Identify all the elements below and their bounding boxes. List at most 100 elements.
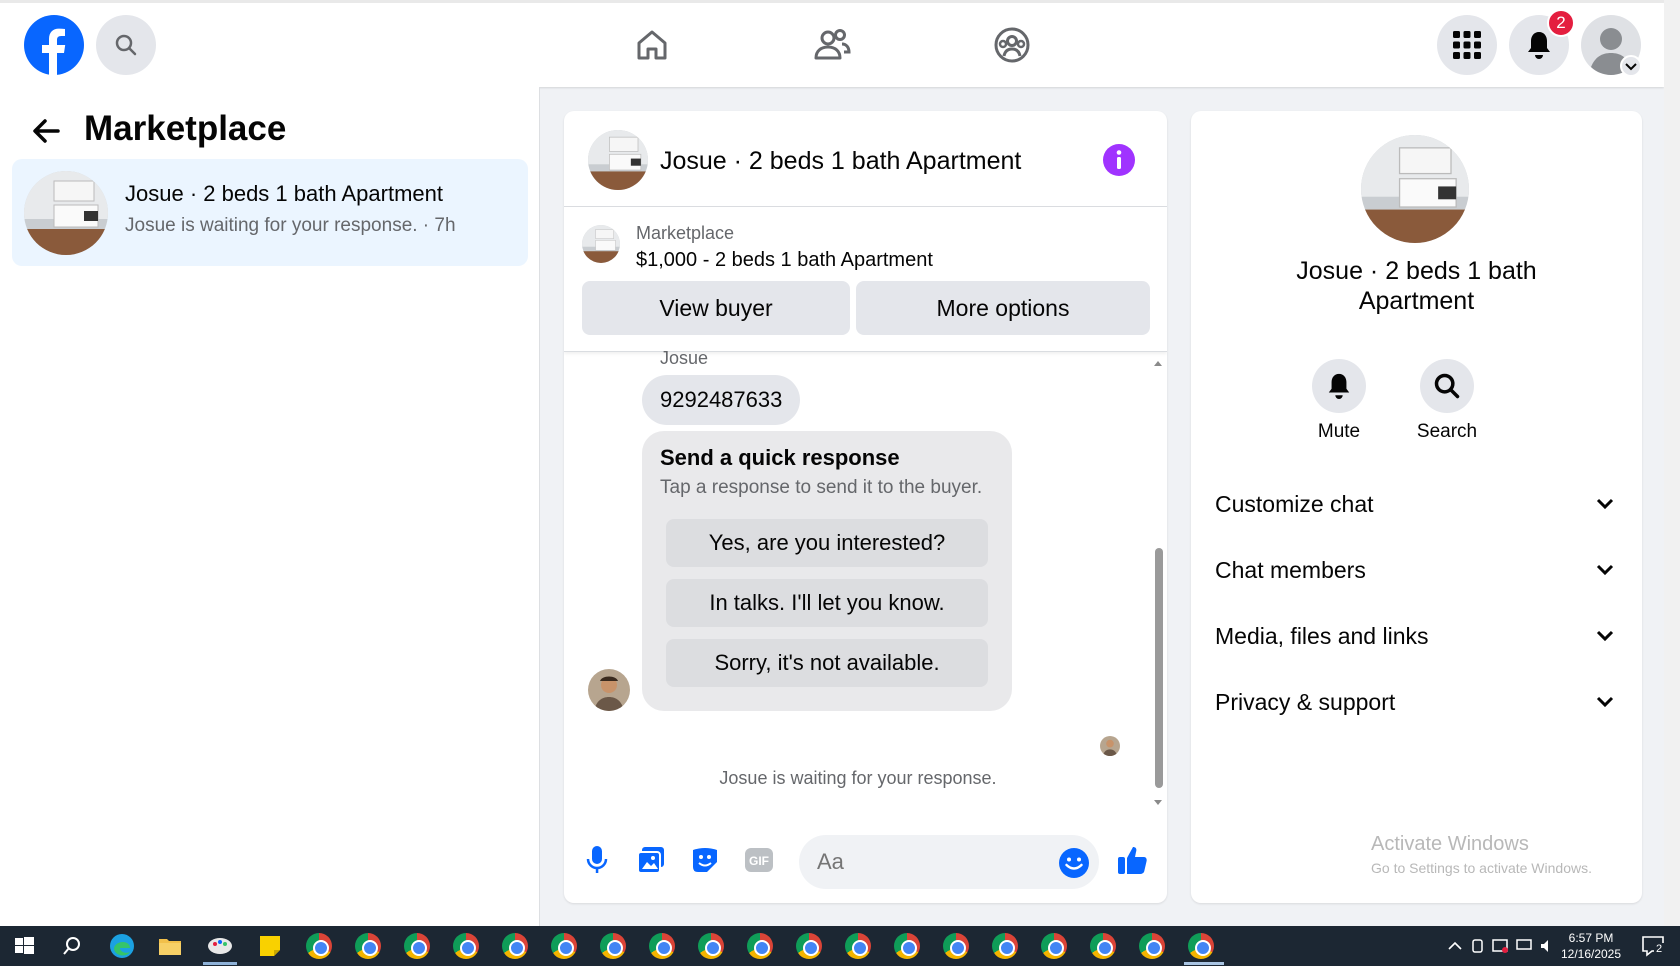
media-files-links-section[interactable]: Media, files and links bbox=[1215, 611, 1615, 661]
marketplace-listing-card: Marketplace $1,000 - 2 beds 1 bath Apart… bbox=[564, 207, 1167, 352]
mute-label: Mute bbox=[1317, 421, 1361, 442]
file-explorer-icon[interactable] bbox=[156, 932, 184, 960]
search-button[interactable] bbox=[96, 15, 156, 75]
search-label: Search bbox=[1416, 421, 1478, 442]
quick-response-title: Send a quick response bbox=[660, 445, 900, 470]
sender-avatar[interactable] bbox=[588, 669, 630, 711]
chrome-window-icon[interactable] bbox=[1041, 933, 1067, 959]
bell-icon bbox=[1528, 32, 1550, 59]
active-app-indicator bbox=[203, 962, 237, 965]
paint-app-icon[interactable] bbox=[206, 932, 234, 960]
active-app-indicator bbox=[1184, 962, 1224, 965]
account-avatar[interactable] bbox=[1581, 15, 1643, 77]
chrome-window-icon[interactable] bbox=[600, 933, 626, 959]
chrome-window-icon[interactable] bbox=[796, 933, 822, 959]
message-bubble[interactable]: 9292487633 bbox=[642, 375, 801, 425]
read-receipt-avatar bbox=[1100, 736, 1120, 756]
conversation-list-panel: Marketplace Josue · 2 beds 1 bath Apartm… bbox=[0, 87, 540, 926]
view-buyer-button[interactable]: View buyer bbox=[582, 281, 850, 335]
action-center-icon[interactable]: 2 bbox=[1640, 933, 1666, 959]
section-label: Media, files and links bbox=[1215, 622, 1429, 649]
chat-title[interactable]: Josue · 2 beds 1 bath Apartment bbox=[660, 147, 1021, 176]
taskbar-search-icon[interactable] bbox=[58, 932, 86, 960]
nav-groups[interactable] bbox=[992, 25, 1032, 65]
emoji-button[interactable] bbox=[1058, 847, 1090, 879]
listing-title[interactable]: $1,000 - 2 beds 1 bath Apartment bbox=[636, 249, 933, 272]
search-action[interactable]: Search bbox=[1407, 359, 1487, 443]
chrome-window-icon[interactable] bbox=[551, 933, 577, 959]
chat-members-section[interactable]: Chat members bbox=[1215, 545, 1615, 595]
watermark-subtitle: Go to Settings to activate Windows. bbox=[1371, 860, 1592, 876]
info-icon bbox=[1103, 144, 1135, 176]
groups-icon bbox=[994, 27, 1030, 63]
mute-action[interactable]: Mute bbox=[1299, 359, 1379, 443]
voice-clip-button[interactable] bbox=[578, 841, 616, 879]
chrome-window-icon[interactable] bbox=[894, 933, 920, 959]
conversation-title: Josue · 2 beds 1 bath Apartment bbox=[125, 181, 443, 206]
chrome-window-icon[interactable] bbox=[1090, 933, 1116, 959]
windows-start-icon[interactable] bbox=[10, 932, 38, 960]
chrome-window-icon[interactable] bbox=[992, 933, 1018, 959]
quick-response-subtitle: Tap a response to send it to the buyer. bbox=[660, 477, 983, 498]
chrome-window-icon[interactable] bbox=[649, 933, 675, 959]
chat-avatar[interactable] bbox=[588, 130, 648, 190]
chrome-window-icon[interactable] bbox=[1139, 933, 1165, 959]
quick-response-option[interactable]: Sorry, it's not available. bbox=[666, 639, 988, 687]
sticker-button[interactable] bbox=[686, 841, 724, 879]
chrome-window-icon[interactable] bbox=[747, 933, 773, 959]
page-scrollbar[interactable] bbox=[1664, 0, 1680, 926]
section-label: Chat members bbox=[1215, 556, 1366, 583]
customize-chat-section[interactable]: Customize chat bbox=[1215, 479, 1615, 529]
taskbar-clock[interactable]: 6:57 PM 12/16/2025 bbox=[1556, 930, 1626, 962]
nav-friends[interactable] bbox=[812, 25, 852, 65]
notification-badge: 2 bbox=[1547, 9, 1575, 37]
attach-media-button[interactable] bbox=[632, 841, 670, 879]
microphone-icon bbox=[586, 846, 608, 873]
watermark-title: Activate Windows bbox=[1371, 833, 1529, 855]
privacy-support-section[interactable]: Privacy & support bbox=[1215, 677, 1615, 727]
back-arrow-icon bbox=[33, 119, 60, 143]
quick-response-option[interactable]: Yes, are you interested? bbox=[666, 519, 988, 567]
chrome-window-icon[interactable] bbox=[306, 933, 332, 959]
quick-response-option[interactable]: In talks. I'll let you know. bbox=[666, 579, 988, 627]
edge-browser-icon[interactable] bbox=[108, 932, 136, 960]
nav-home[interactable] bbox=[632, 25, 672, 65]
svg-text:GIF: GIF bbox=[749, 854, 769, 868]
chrome-window-icon[interactable] bbox=[845, 933, 871, 959]
message-input[interactable] bbox=[799, 835, 1099, 889]
chrome-window-icon[interactable] bbox=[1188, 933, 1214, 959]
conversation-details-panel: Josue · 2 beds 1 bath Apartment Mute Sea… bbox=[1191, 111, 1642, 903]
chrome-window-icon[interactable] bbox=[698, 933, 724, 959]
sticky-notes-icon[interactable] bbox=[256, 932, 284, 960]
waiting-status: Josue is waiting for your response. bbox=[719, 768, 997, 788]
back-button[interactable] bbox=[28, 113, 68, 153]
conversation-item[interactable]: Josue · 2 beds 1 bath Apartment Josue is… bbox=[12, 159, 528, 266]
listing-thumbnail-small bbox=[582, 225, 620, 263]
home-icon bbox=[637, 30, 667, 60]
clock-date: 12/16/2025 bbox=[1560, 947, 1622, 961]
gif-icon: GIF bbox=[745, 848, 773, 872]
chevron-down-icon bbox=[1596, 498, 1614, 510]
message-thread: Josue 9292487633 Send a quick response T… bbox=[564, 348, 1167, 812]
chrome-window-icon[interactable] bbox=[404, 933, 430, 959]
quick-response-card: Send a quick response Tap a response to … bbox=[642, 431, 1012, 711]
section-label: Privacy & support bbox=[1215, 688, 1396, 715]
chat-scrollbar[interactable] bbox=[1152, 358, 1164, 808]
photo-icon bbox=[637, 847, 664, 874]
chrome-window-icon[interactable] bbox=[502, 933, 528, 959]
facebook-logo-icon[interactable] bbox=[24, 15, 84, 75]
more-options-button[interactable]: More options bbox=[856, 281, 1150, 335]
friends-icon bbox=[814, 29, 851, 60]
menu-button[interactable] bbox=[1437, 15, 1497, 75]
like-send-button[interactable] bbox=[1114, 841, 1152, 879]
details-avatar bbox=[1361, 135, 1469, 243]
page-title: Marketplace bbox=[84, 109, 287, 148]
chrome-window-icon[interactable] bbox=[943, 933, 969, 959]
chrome-window-icon[interactable] bbox=[355, 933, 381, 959]
conversation-info-button[interactable] bbox=[1102, 143, 1136, 177]
system-tray-icons[interactable] bbox=[1445, 936, 1555, 956]
smiley-icon bbox=[1059, 848, 1089, 878]
gif-button[interactable]: GIF bbox=[740, 841, 778, 879]
chrome-window-icon[interactable] bbox=[453, 933, 479, 959]
thumbs-up-icon bbox=[1118, 847, 1147, 874]
